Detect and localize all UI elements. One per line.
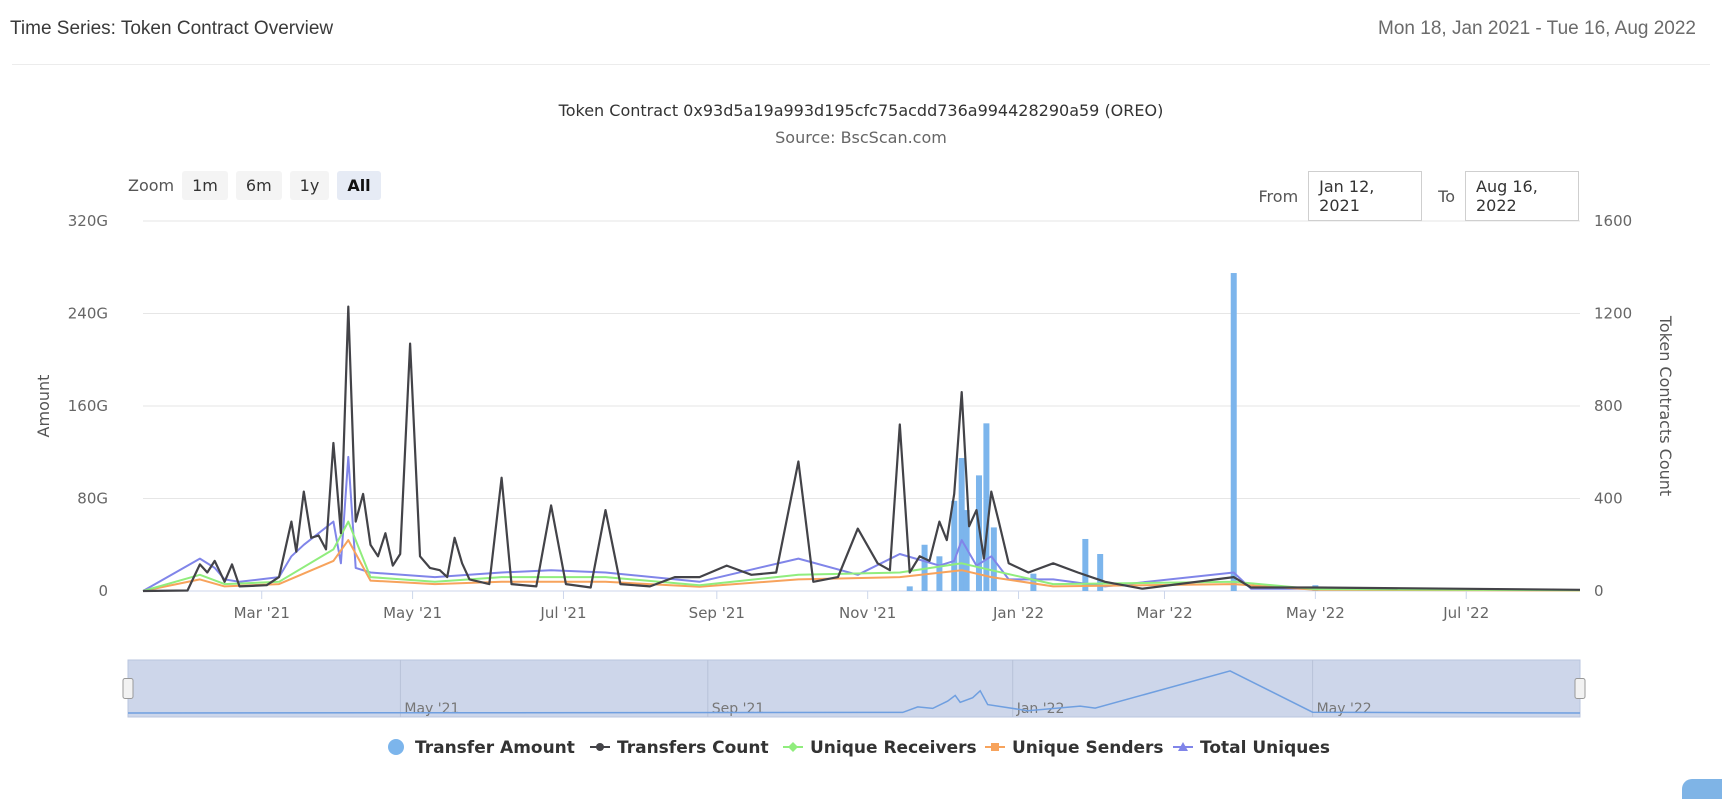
date-range-inputs: From Jan 12, 2021 To Aug 16, 2022 [1253, 171, 1579, 221]
navigator[interactable]: May '21 Sep '21 Jan '22 May '22 [122, 659, 1586, 718]
zoom-1y-button[interactable]: 1y [289, 171, 330, 200]
from-label: From [1258, 186, 1299, 206]
legend-label: Unique Senders [1012, 738, 1164, 758]
chart-subtitle: Source: BscScan.com [775, 128, 947, 147]
chart: Token Contract 0x93d5a19a993d195cfc75acd… [34, 101, 1675, 758]
navigator-tick-label: Sep '21 [712, 701, 765, 717]
series-line-unique-receivers [142, 520, 1581, 592]
x-tick-label: Sep '21 [689, 604, 745, 622]
y-left-tick-label: 80G [77, 490, 108, 508]
x-tick-label: Mar '21 [234, 604, 290, 622]
x-tick-label: Jul '22 [1442, 604, 1489, 622]
zoom-label: Zoom [128, 176, 175, 195]
zoom-6m-button[interactable]: 6m [235, 171, 282, 200]
transfer-amount-bar [951, 500, 958, 591]
navigator-tick-label: May '22 [1317, 701, 1372, 717]
y-right-tick-label: 400 [1594, 490, 1623, 508]
y-right-tick-label: 1600 [1594, 212, 1632, 230]
legend-item[interactable]: Transfer Amount [388, 738, 575, 758]
x-tick-label: Mar '22 [1136, 604, 1192, 622]
legend-item[interactable]: Transfers Count [590, 738, 769, 758]
series-lines [142, 305, 1581, 593]
navigator-handle[interactable] [122, 678, 134, 699]
y-right-tick-label: 800 [1594, 397, 1623, 415]
legend-symbol [596, 743, 604, 751]
y-right-label: Token Contracts Count [1656, 315, 1675, 496]
navigator-tick-label: May '21 [404, 701, 459, 717]
legend-symbol [991, 743, 999, 751]
legend-symbol [788, 742, 798, 752]
legend-item[interactable]: Total Uniques [1173, 738, 1330, 758]
zoom-1m-button[interactable]: 1m [182, 171, 228, 200]
axes: 0 0 80G 400 160G 800 240G 1200 320G 1600 Mar '21 Ma… [68, 212, 1632, 622]
y-left-tick-label: 0 [98, 582, 108, 600]
legend-label: Unique Receivers [810, 738, 977, 758]
x-tick-label: May '22 [1286, 604, 1345, 622]
legend-label: Transfer Amount [415, 738, 575, 758]
x-tick-label: May '21 [383, 604, 442, 622]
transfer-amount-bar [1230, 273, 1237, 591]
x-tick-label: Nov '21 [839, 604, 896, 622]
x-tick-label: Jul '21 [539, 604, 586, 622]
transfer-amount-bar [906, 586, 913, 591]
x-tick-label: Jan '22 [992, 604, 1044, 622]
chart-title: Token Contract 0x93d5a19a993d195cfc75acd… [558, 101, 1164, 120]
zoom-all-button[interactable]: All [337, 171, 381, 200]
legend-symbol [388, 739, 404, 755]
navigator-handle[interactable] [1574, 678, 1586, 699]
y-right-tick-label: 0 [1594, 582, 1604, 600]
y-left-tick-label: 240G [68, 305, 108, 323]
legend-item[interactable]: Unique Senders [985, 738, 1164, 758]
to-label: To [1438, 186, 1455, 206]
to-date-input[interactable]: Aug 16, 2022 [1465, 171, 1579, 221]
corner-tab[interactable] [1682, 779, 1722, 799]
from-date-input[interactable]: Jan 12, 2021 [1308, 171, 1423, 221]
y-left-label: Amount [34, 375, 53, 438]
legend: Transfer Amount Transfers Count Unique Rec… [388, 738, 1330, 758]
y-left-tick-label: 320G [68, 212, 108, 230]
legend-label: Transfers Count [617, 738, 769, 758]
zoom-controls: Zoom 1m 6m 1y All [128, 171, 381, 200]
series-line-total-uniques [142, 455, 1581, 592]
y-left-tick-label: 160G [68, 397, 108, 415]
legend-item[interactable]: Unique Receivers [783, 738, 977, 758]
y-right-tick-label: 1200 [1594, 305, 1632, 323]
transfer-amount-bars [906, 273, 1319, 591]
legend-label: Total Uniques [1200, 738, 1330, 758]
